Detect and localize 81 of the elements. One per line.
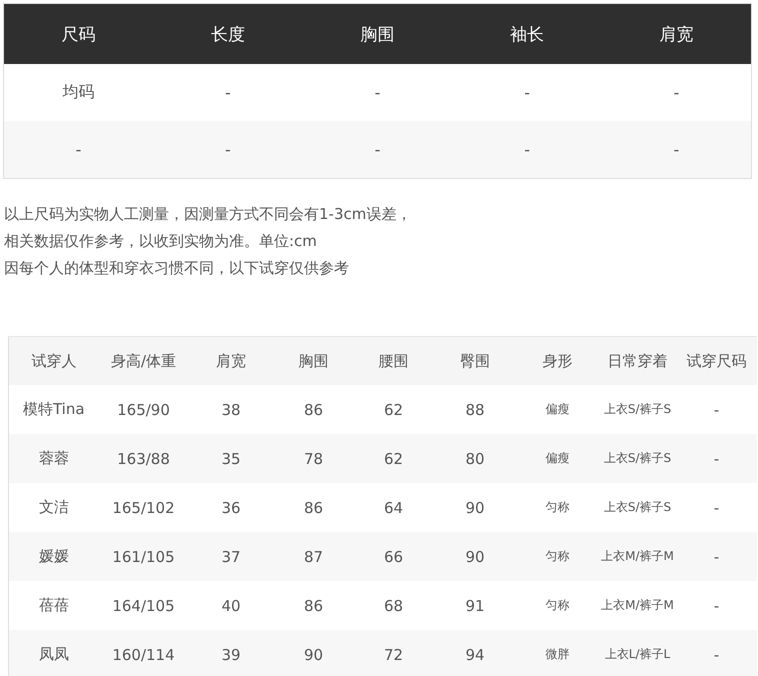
table-cell: 蓉蓉 [8, 434, 98, 483]
table-cell: - [676, 630, 756, 676]
table-cell: 蓓蓓 [8, 581, 98, 630]
table-cell: 90 [274, 630, 354, 676]
table-cell: 36 [188, 483, 274, 532]
table-cell: 72 [354, 630, 434, 676]
column-header: 身形 [516, 336, 598, 385]
table-cell: 上衣S/裤子S [598, 385, 676, 434]
table-cell: - [153, 121, 303, 178]
table-cell: 上衣S/裤子S [598, 483, 676, 532]
table-cell: - [676, 483, 756, 532]
column-header: 尺码 [4, 4, 154, 64]
table-cell: 匀称 [516, 483, 598, 532]
table-cell: 90 [434, 532, 516, 581]
table-cell: 86 [274, 581, 354, 630]
table-cell: 39 [188, 630, 274, 676]
table-cell: 上衣M/裤子M [598, 581, 676, 630]
column-header: 胸围 [274, 336, 354, 385]
table-cell: 90 [434, 483, 516, 532]
table-cell: - [676, 434, 756, 483]
table-cell: 62 [354, 434, 434, 483]
table-cell: - [302, 64, 452, 121]
table-cell: 80 [434, 434, 516, 483]
table-cell: - [676, 581, 756, 630]
table-cell: 偏瘦 [516, 385, 598, 434]
table-cell: 模特Tina [8, 385, 98, 434]
table-cell: - [676, 532, 756, 581]
table-cell: 160/114 [98, 630, 188, 676]
table-cell: 78 [274, 434, 354, 483]
table-cell: 88 [434, 385, 516, 434]
table-cell: - [153, 64, 303, 121]
column-header: 试穿尺码 [676, 336, 756, 385]
table-cell: 40 [188, 581, 274, 630]
column-header: 腰围 [354, 336, 434, 385]
table-cell: 86 [274, 385, 354, 434]
column-header: 臀围 [434, 336, 516, 385]
table-cell: 均码 [4, 64, 154, 121]
table-cell: 媛媛 [8, 532, 98, 581]
table-cell: - [676, 385, 756, 434]
note-text: 以上尺码为实物人工测量，因测量方式不同会有1-3cm误差， [4, 204, 412, 225]
table-cell: 文洁 [8, 483, 98, 532]
table-cell: - [602, 121, 752, 178]
table-cell: - [4, 121, 154, 178]
table-cell: 165/90 [98, 385, 188, 434]
table-cell: 161/105 [98, 532, 188, 581]
table-cell: 凤凤 [8, 630, 98, 676]
table-cell: - [452, 64, 602, 121]
table-cell: 91 [434, 581, 516, 630]
table-cell: 匀称 [516, 532, 598, 581]
column-header: 肩宽 [602, 4, 752, 64]
table-cell: - [302, 121, 452, 178]
table-cell: 38 [188, 385, 274, 434]
table-cell: 163/88 [98, 434, 188, 483]
column-header: 身高/体重 [98, 336, 188, 385]
table-cell: 64 [354, 483, 434, 532]
table-cell: 86 [274, 483, 354, 532]
table-cell: 66 [354, 532, 434, 581]
column-header: 日常穿着 [598, 336, 676, 385]
note-text: 相关数据仅作参考，以收到实物为准。单位:cm [4, 231, 318, 252]
table-cell: 上衣M/裤子M [598, 532, 676, 581]
column-header: 胸围 [302, 4, 452, 64]
table-cell: 微胖 [516, 630, 598, 676]
table-cell: 68 [354, 581, 434, 630]
table-cell: 164/105 [98, 581, 188, 630]
table-cell: 上衣L/裤子L [598, 630, 676, 676]
table-cell: 35 [188, 434, 274, 483]
table-cell: - [602, 64, 752, 121]
column-header: 长度 [153, 4, 303, 64]
table-cell: 62 [354, 385, 434, 434]
table-cell: 上衣S/裤子S [598, 434, 676, 483]
column-header: 试穿人 [8, 336, 98, 385]
table-cell: 匀称 [516, 581, 598, 630]
table-cell: 94 [434, 630, 516, 676]
column-header: 肩宽 [188, 336, 274, 385]
column-header: 袖长 [452, 4, 602, 64]
note-text: 因每个人的体型和穿衣习惯不同，以下试穿仅供参考 [4, 258, 350, 279]
table-cell: 偏瘦 [516, 434, 598, 483]
table-cell: - [452, 121, 602, 178]
table-cell: 87 [274, 532, 354, 581]
table-cell: 37 [188, 532, 274, 581]
table-cell: 165/102 [98, 483, 188, 532]
